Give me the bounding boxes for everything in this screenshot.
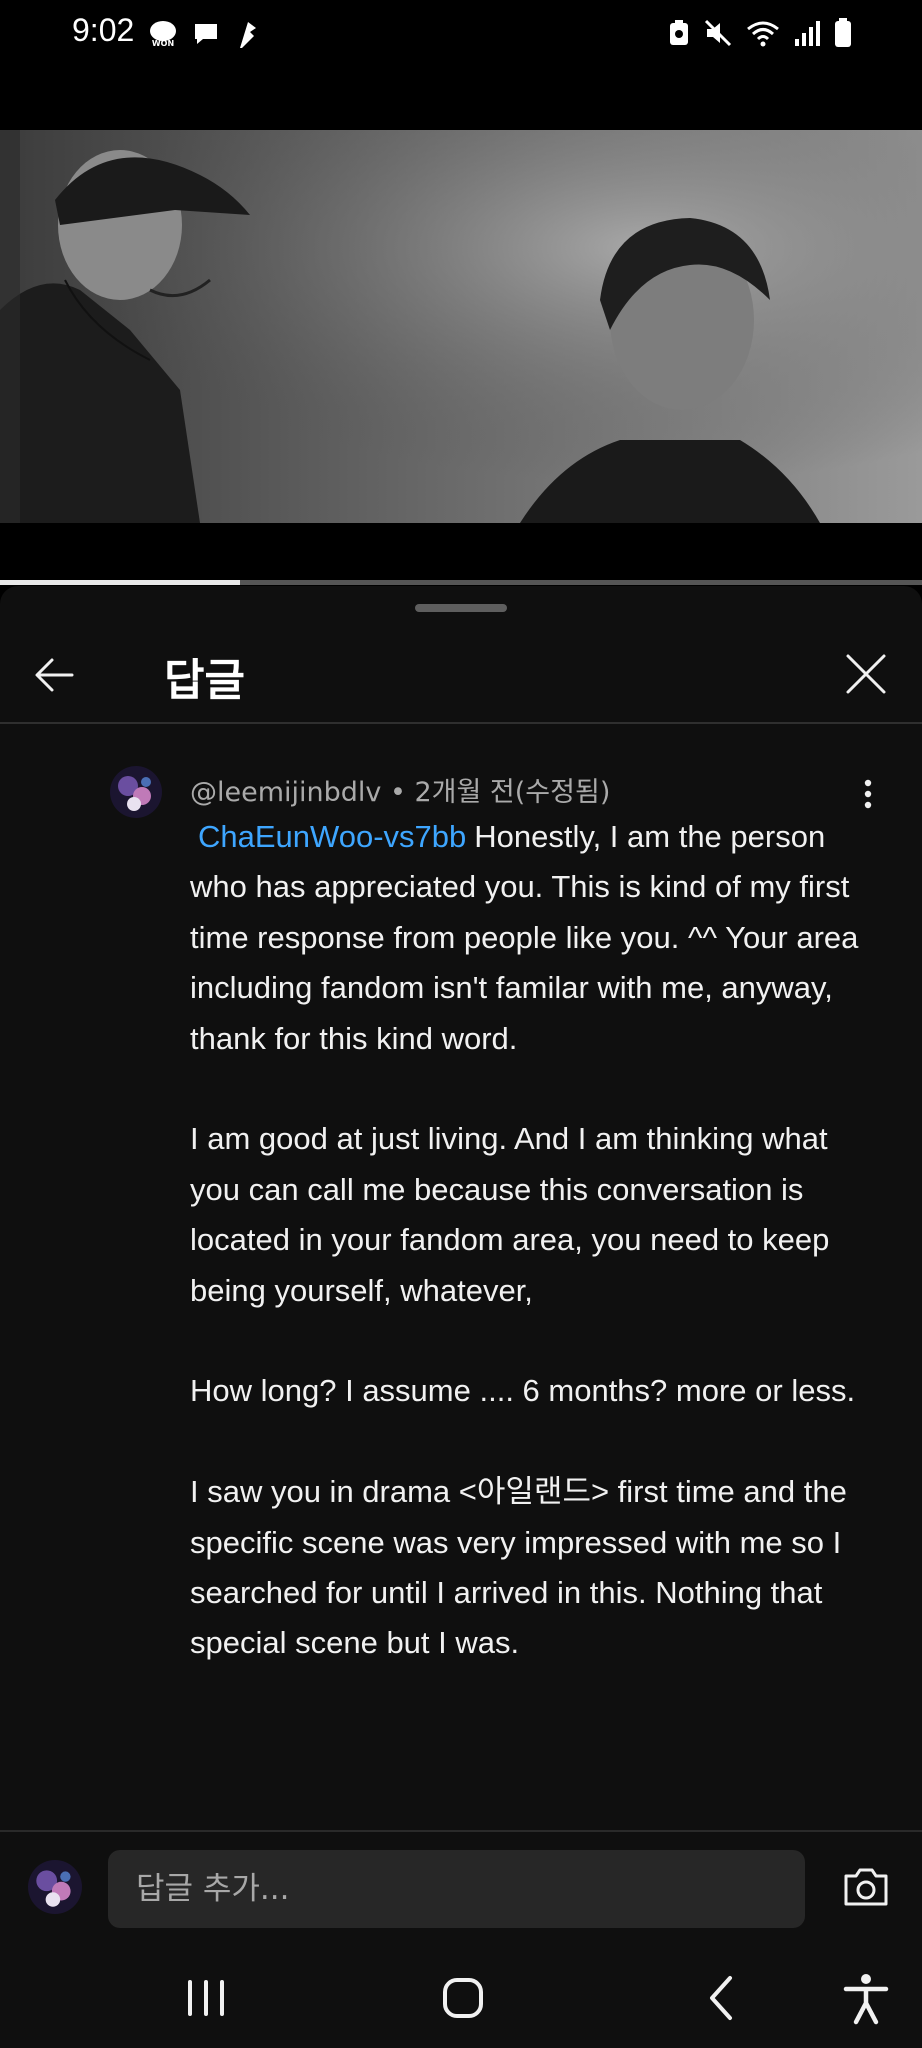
comment-paragraph-text: Honestly, I am the person who has apprec… <box>190 819 859 1056</box>
battery-icon <box>835 18 851 47</box>
replies-sheet: 답글 @leemijinbdlv • 2개월 전(수정됨) ChaEunWoo-… <box>0 586 922 1830</box>
close-icon[interactable] <box>840 648 892 700</box>
back-icon[interactable] <box>692 1970 752 2026</box>
svg-text:WON: WON <box>152 39 174 48</box>
reply-bar <box>0 1830 922 1942</box>
app-notification-icon <box>240 22 256 48</box>
recent-apps-icon[interactable] <box>176 1970 236 2026</box>
comment-paragraph: I saw you in drama <아일랜드> first time and… <box>190 1474 847 1661</box>
comment-paragraph: ChaEunWoo-vs7bb Honestly, I am the person… <box>190 812 880 1064</box>
chat-bubble-icon <box>195 24 217 44</box>
comment-paragraph: I am good at just living. And I am think… <box>190 1121 830 1308</box>
wifi-icon <box>747 21 779 47</box>
home-icon[interactable] <box>433 1970 493 2026</box>
status-left-icons: WON <box>148 18 262 50</box>
system-nav-bar <box>0 1942 922 2048</box>
comment-author-meta: @leemijinbdlv • 2개월 전(수정됨) <box>190 777 611 808</box>
header-divider <box>0 722 922 724</box>
video-letterbox <box>0 523 922 581</box>
more-vert-icon[interactable] <box>856 774 880 814</box>
arrow-left-icon[interactable] <box>30 650 80 700</box>
signal-icon <box>795 21 820 46</box>
video-frame <box>0 130 922 523</box>
reply-input[interactable] <box>108 1850 805 1928</box>
status-bar: 9:02 WON <box>0 0 922 130</box>
camera-icon[interactable] <box>840 1862 892 1914</box>
comment-paragraph: How long? I assume .... 6 months? more o… <box>190 1373 856 1409</box>
avatar <box>28 1860 82 1914</box>
avatar-image <box>28 1860 82 1914</box>
comment-text: ChaEunWoo-vs7bb Honestly, I am the person… <box>190 812 880 1719</box>
avatar-image <box>110 766 162 818</box>
mute-icon <box>704 19 732 47</box>
sheet-title: 답글 <box>164 655 245 706</box>
video-player[interactable] <box>0 130 922 523</box>
drag-handle[interactable] <box>415 604 507 612</box>
accessibility-icon[interactable] <box>836 1970 896 2026</box>
sheet-header: 답글 <box>0 626 922 722</box>
battery-saver-icon <box>670 20 688 45</box>
video-progress-fill <box>0 580 240 585</box>
mention-link[interactable]: ChaEunWoo-vs7bb <box>198 819 466 854</box>
won-icon: WON <box>150 21 176 48</box>
video-progress-bar[interactable] <box>0 580 922 585</box>
status-right-icons <box>668 18 852 48</box>
avatar[interactable] <box>110 766 162 818</box>
status-time: 9:02 <box>72 12 135 48</box>
